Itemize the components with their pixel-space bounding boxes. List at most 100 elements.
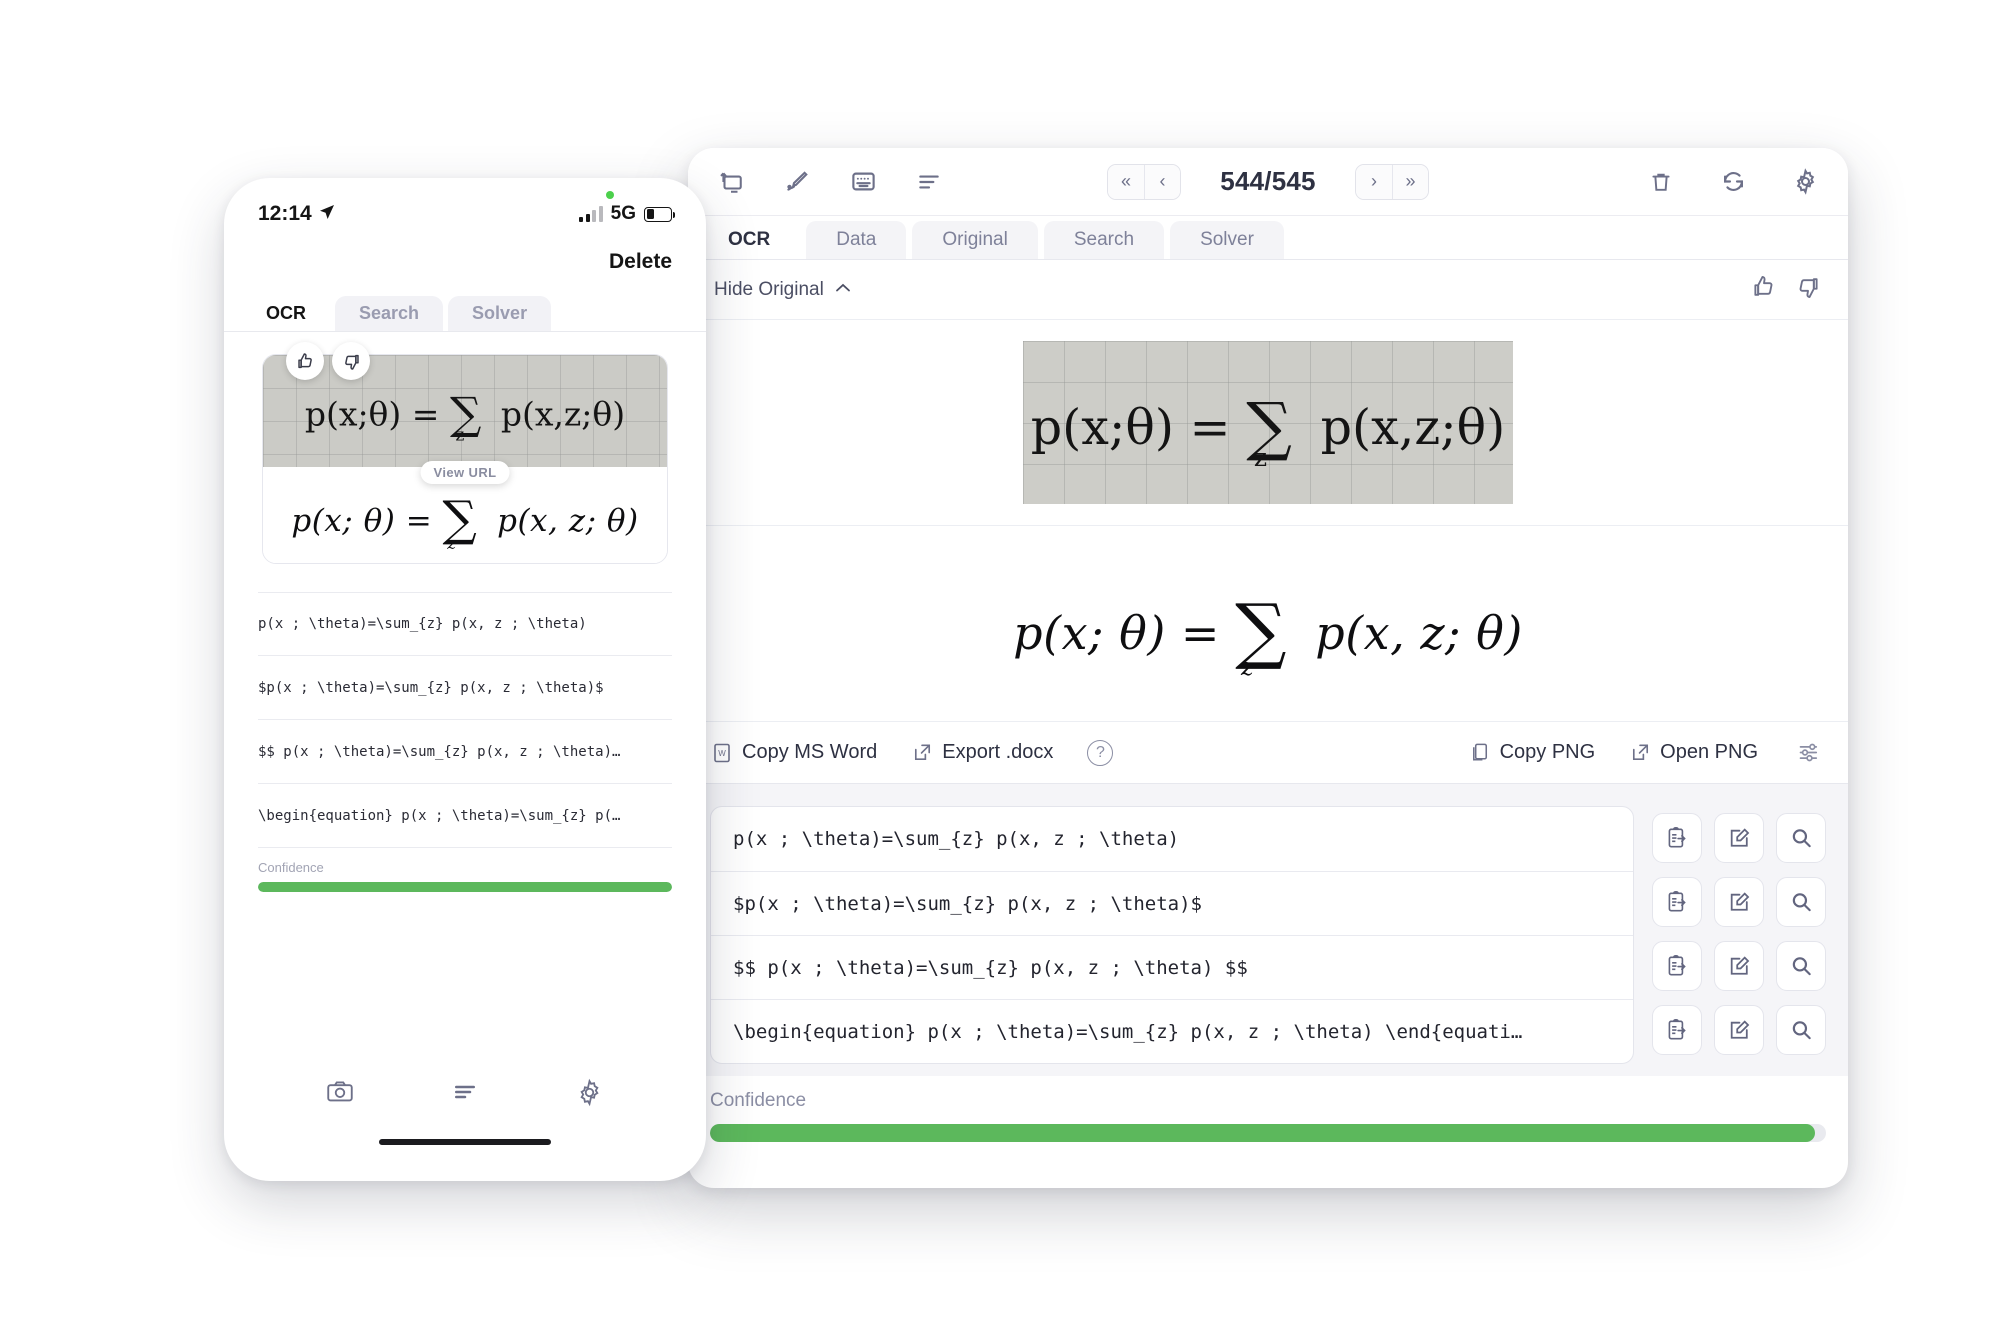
list-item[interactable]: p(x ; \theta)=\sum_{z} p(x, z ; \theta) [258, 592, 672, 656]
thumbs-up-icon[interactable] [1750, 273, 1778, 306]
previous-page-button[interactable]: ‹ [1144, 164, 1180, 199]
status-indicators: 5G [579, 191, 675, 225]
import-to-screen-icon[interactable] [714, 165, 748, 199]
export-docx-button[interactable]: Export .docx [911, 741, 1053, 764]
first-page-button[interactable]: « [1108, 164, 1144, 199]
list-item[interactable]: $$ p(x ; \theta)=\sum_{z} p(x, z ; \thet… [258, 720, 672, 784]
list-icon[interactable] [448, 1075, 482, 1109]
confidence-label: Confidence [710, 1090, 807, 1111]
hide-original-toggle[interactable]: Hide Original [714, 279, 852, 301]
edit-square-icon[interactable] [1714, 813, 1764, 863]
handwritten-equation-text: p(x;θ) = ∑z p(x,z;θ) [1030, 389, 1506, 472]
tab-ocr[interactable]: OCR [698, 221, 801, 259]
open-png-button[interactable]: Open PNG [1629, 741, 1758, 764]
tab-solver[interactable]: Solver [1170, 221, 1284, 259]
paste-clipboard-icon[interactable] [1652, 877, 1702, 927]
paste-clipboard-icon[interactable] [1652, 1005, 1702, 1055]
search-icon[interactable] [1776, 1005, 1826, 1055]
confidence-fill [258, 882, 672, 892]
thumbs-down-icon[interactable] [332, 342, 370, 380]
copy-ms-word-label: Copy MS Word [742, 741, 878, 763]
help-icon[interactable]: ? [1087, 739, 1114, 766]
sliders-icon[interactable] [1792, 736, 1826, 770]
row-actions [1652, 806, 1826, 870]
gear-icon[interactable] [1788, 165, 1822, 199]
tab-search[interactable]: Search [1043, 221, 1165, 259]
handwritten-equation-text: p(x;θ) = ∑z p(x,z;θ) [304, 388, 626, 446]
copy-ms-word-button[interactable]: W Copy MS Word [710, 741, 877, 765]
svg-text:W: W [718, 749, 726, 758]
keyboard-icon[interactable] [846, 165, 880, 199]
tab-original[interactable]: Original [912, 221, 1038, 259]
phone-equation-card: p(x;θ) = ∑z p(x,z;θ) p(x; θ) = ∑z p(x, z… [262, 354, 668, 564]
table-row[interactable]: $$ p(x ; \theta)=\sum_{z} p(x, z ; \thet… [711, 935, 1633, 999]
edit-square-icon[interactable] [1714, 1005, 1764, 1055]
tablet-tab-bar: OCR Data Original Search Solver [688, 216, 1848, 260]
original-image-panel: p(x;θ) = ∑z p(x,z;θ) [688, 320, 1848, 526]
rendered-equation: p(x; θ) = ∑z p(x, z; θ) [291, 491, 639, 554]
tablet-vote-icons [1750, 273, 1822, 306]
search-icon[interactable] [1776, 813, 1826, 863]
tablet-confidence-section: Confidence [688, 1076, 1848, 1142]
table-row[interactable]: p(x ; \theta)=\sum_{z} p(x, z ; \theta) [711, 807, 1633, 871]
external-link-icon [911, 741, 934, 764]
edit-square-icon[interactable] [1714, 941, 1764, 991]
table-row[interactable]: \begin{equation} p(x ; \theta)=\sum_{z} … [711, 999, 1633, 1063]
row-action-column [1652, 806, 1826, 1064]
toolbar-right-icons [1644, 165, 1822, 199]
copy-document-icon [1469, 741, 1492, 764]
toolbar-left-icons [714, 165, 946, 199]
tablet-toolbar: « ‹ 544/545 › » [688, 148, 1848, 216]
confidence-track [710, 1124, 1826, 1142]
screenshot-root: « ‹ 544/545 › » OCR Data Original Search… [0, 0, 2000, 1337]
table-row[interactable]: $p(x ; \theta)=\sum_{z} p(x, z ; \theta)… [711, 871, 1633, 935]
last-page-button[interactable]: » [1392, 164, 1428, 199]
copy-png-button[interactable]: Copy PNG [1469, 741, 1596, 764]
camera-icon[interactable] [323, 1075, 357, 1109]
delete-button[interactable]: Delete [609, 250, 672, 274]
tablet-window: « ‹ 544/545 › » OCR Data Original Search… [688, 148, 1848, 1188]
page-counter: 544/545 [1220, 166, 1316, 196]
phone-nav-row: Delete [224, 236, 706, 288]
list-icon[interactable] [912, 165, 946, 199]
rendered-equation: p(x; θ) = ∑z p(x, z; θ) [1013, 587, 1523, 681]
copy-png-label: Copy PNG [1499, 741, 1596, 763]
thumbs-up-icon[interactable] [286, 342, 324, 380]
location-arrow-icon [319, 202, 335, 226]
tab-data[interactable]: Data [806, 221, 907, 259]
hide-original-row: Hide Original [688, 260, 1848, 320]
phone-bottom-nav [224, 1063, 706, 1109]
row-actions [1652, 998, 1826, 1062]
signal-bars-icon [579, 206, 603, 222]
search-icon[interactable] [1776, 941, 1826, 991]
tab-search[interactable]: Search [335, 296, 444, 331]
latex-results-area: p(x ; \theta)=\sum_{z} p(x, z ; \theta) … [688, 784, 1848, 1076]
edit-square-icon[interactable] [1714, 877, 1764, 927]
list-item[interactable]: $p(x ; \theta)=\sum_{z} p(x, z ; \theta)… [258, 656, 672, 720]
phone-bottom-bar [224, 1063, 706, 1181]
home-indicator[interactable] [379, 1139, 551, 1145]
next-page-button[interactable]: › [1356, 164, 1392, 199]
refresh-icon[interactable] [1716, 165, 1750, 199]
gear-icon[interactable] [573, 1075, 607, 1109]
list-item[interactable]: \begin{equation} p(x ; \theta)=\sum_{z} … [258, 784, 672, 848]
handwritten-equation-image[interactable]: p(x;θ) = ∑z p(x,z;θ) [1023, 341, 1513, 504]
search-icon[interactable] [1776, 877, 1826, 927]
export-docx-label: Export .docx [942, 741, 1054, 763]
view-url-tooltip[interactable]: View URL [420, 461, 510, 484]
thumbs-down-icon[interactable] [1794, 273, 1822, 306]
paste-clipboard-icon[interactable] [1652, 813, 1702, 863]
recording-indicator-dot [606, 191, 614, 199]
tab-ocr[interactable]: OCR [242, 296, 330, 331]
paste-clipboard-icon[interactable] [1652, 941, 1702, 991]
external-link-icon [1629, 741, 1652, 764]
phone-confidence-section: Confidence [258, 860, 672, 892]
trash-icon[interactable] [1644, 165, 1678, 199]
confidence-fill [710, 1124, 1815, 1142]
phone-window: 12:14 5G Delete OCR Search Solver p(x;θ)… [224, 178, 706, 1181]
tab-solver[interactable]: Solver [448, 296, 552, 331]
phone-tab-bar: OCR Search Solver [224, 288, 706, 332]
confidence-label: Confidence [258, 860, 324, 875]
pen-icon[interactable] [780, 165, 814, 199]
status-time: 12:14 [258, 202, 312, 225]
